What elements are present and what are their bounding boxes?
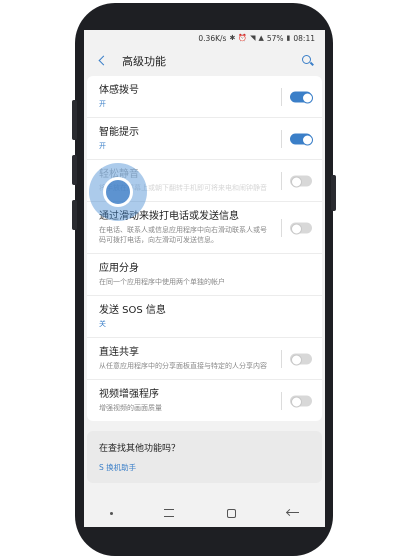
app-bar: 高级功能: [84, 46, 325, 76]
battery-icon: ▮: [286, 34, 291, 42]
setting-title: 应用分身: [99, 263, 139, 274]
swipe-to-call-toggle[interactable]: [290, 222, 312, 234]
setting-description: 在同一个应用程序中使用两个单独的帐户: [99, 278, 225, 286]
setting-description: 在电话、联系人或信息应用程序中向右滑动联系人或号码可拨打电话，向左滑动可发送信息…: [99, 226, 267, 244]
status-bar: 0.36K/s ✱ ⏰ ◥ ▲ 57% ▮ 08:11: [84, 30, 325, 46]
setting-dual-messenger[interactable]: 应用分身 在同一个应用程序中使用两个单独的帐户: [87, 254, 322, 296]
back-icon[interactable]: [287, 509, 300, 517]
setting-status: 开: [99, 100, 106, 108]
network-speed: 0.36K/s: [198, 33, 227, 43]
wifi-icon: ◥: [250, 34, 256, 42]
setting-description: 从任意应用程序中的分享面板直接与特定的人分享内容: [99, 362, 267, 370]
direct-share-toggle[interactable]: [290, 353, 312, 365]
signal-icon: ▲: [258, 34, 264, 42]
setting-direct-share[interactable]: 直连共享 从任意应用程序中的分享面板直接与特定的人分享内容: [87, 338, 322, 380]
recent-apps-icon[interactable]: [163, 509, 176, 517]
setting-smart-alert[interactable]: 智能提示 开: [87, 118, 322, 160]
suggestion-title: 在查找其他功能吗？: [99, 444, 181, 454]
smart-alert-toggle[interactable]: [290, 133, 313, 145]
divider: [281, 87, 282, 106]
setting-title: 智能提示: [99, 127, 139, 138]
setting-smart-call[interactable]: 体感拨号 开: [87, 76, 322, 118]
divider: [281, 391, 282, 410]
setting-title: 体感拨号: [99, 85, 139, 96]
bluetooth-icon: ✱: [229, 34, 236, 42]
smart-call-toggle[interactable]: [290, 91, 313, 103]
setting-title: 视频增强程序: [99, 389, 159, 400]
suggestion-card: 在查找其他功能吗？ S 换机助手: [87, 431, 322, 483]
setting-send-sos[interactable]: 发送 SOS 信息 关: [87, 296, 322, 338]
smart-switch-link[interactable]: S 换机助手: [99, 462, 310, 473]
page-title: 高级功能: [122, 55, 166, 68]
setting-status: 开: [99, 142, 106, 150]
setting-title: 发送 SOS 信息: [99, 305, 166, 316]
battery-level: 57%: [266, 33, 284, 43]
easy-mute-toggle[interactable]: [290, 175, 312, 187]
clock: 08:11: [293, 33, 315, 43]
power-button: [331, 175, 336, 211]
screen: 0.36K/s ✱ ⏰ ◥ ▲ 57% ▮ 08:11 高级功能 体感拨号 开 …: [84, 30, 325, 527]
alarm-icon: ⏰: [238, 34, 248, 42]
touch-point: [103, 177, 133, 207]
setting-video-enhancer[interactable]: 视频增强程序 增强视频的画面质量: [87, 380, 322, 421]
divider: [281, 171, 282, 190]
divider: [281, 349, 282, 368]
navigation-bar: [84, 499, 325, 527]
setting-description: 增强视频的画面质量: [99, 404, 162, 412]
volume-down-button: [72, 200, 77, 230]
video-enhancer-toggle[interactable]: [290, 395, 312, 407]
bixby-button: [72, 100, 77, 140]
nav-dot-icon[interactable]: [109, 511, 113, 515]
back-arrow-icon[interactable]: [94, 52, 112, 70]
home-icon[interactable]: [227, 508, 237, 518]
divider: [281, 129, 282, 148]
setting-status: 关: [99, 320, 106, 328]
volume-up-button: [72, 155, 77, 185]
divider: [281, 218, 282, 237]
setting-title: 直连共享: [99, 347, 139, 358]
search-icon[interactable]: [299, 53, 315, 69]
settings-list: 体感拨号 开 智能提示 开 轻松静音 将手放在屏幕上或朝下翻转手机即可将来电和闹…: [87, 76, 322, 421]
